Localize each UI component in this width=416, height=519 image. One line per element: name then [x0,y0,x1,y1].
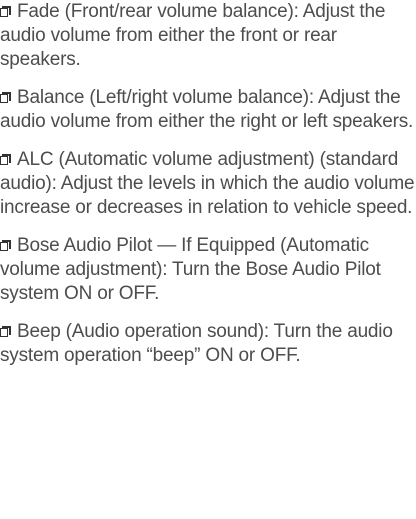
list-item-beep: Beep (Audio operation sound): Turn the a… [0,320,416,368]
checkbox-bullet-icon [0,154,11,165]
list-item-bose-audio-pilot: Bose Audio Pilot — If Equipped (Automati… [0,234,416,306]
checkbox-bullet-icon [0,326,11,337]
item-text: ALC (Automatic volume adjustment) (stand… [0,149,415,218]
list-item-alc: ALC (Automatic volume adjustment) (stand… [0,148,416,220]
checkbox-bullet-icon [0,92,11,103]
checkbox-bullet-icon [0,240,11,251]
checkbox-bullet-icon [0,6,11,17]
item-text: Balance (Left/right volume balance): Adj… [0,87,414,132]
document-body: Fade (Front/rear volume balance): Adjust… [0,0,416,368]
list-item-balance: Balance (Left/right volume balance): Adj… [0,86,416,134]
item-text: Bose Audio Pilot — If Equipped (Automati… [0,235,381,304]
item-text: Beep (Audio operation sound): Turn the a… [0,321,393,366]
list-item-fade: Fade (Front/rear volume balance): Adjust… [0,0,416,72]
item-text: Fade (Front/rear volume balance): Adjust… [0,1,386,70]
